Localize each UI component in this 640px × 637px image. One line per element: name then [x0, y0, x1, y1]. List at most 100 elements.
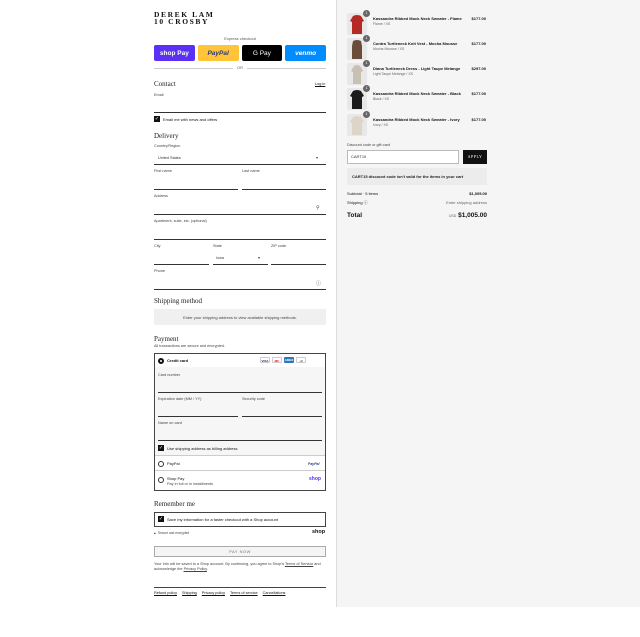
cart-item: 1 Diana Turtleneck Dress - Light Taupe M… — [347, 60, 487, 85]
item-variant: Light Taupe Melange / XS — [373, 72, 414, 76]
item-price: $177.00 — [471, 41, 486, 46]
cart-item: 1 Kassandra Ribbed Mock Neck Sweater - B… — [347, 85, 487, 110]
item-price: $177.00 — [471, 117, 486, 122]
payment-divider — [155, 470, 325, 471]
paypal-button[interactable]: PayPal — [197, 45, 239, 61]
item-name: Kassandra Ribbed Mock Neck Sweater - Ivo… — [373, 117, 460, 122]
apartment-label: Apartment, suite, etc. (optional) — [154, 219, 207, 223]
footer-link-privacy[interactable]: Privacy policy — [202, 591, 225, 595]
billing-label: Use shipping address as billing address — [167, 446, 238, 451]
city-field[interactable] — [154, 264, 209, 265]
lock-icon: 🔒︎ — [154, 531, 156, 535]
item-variant: Ivory / XS — [373, 123, 389, 127]
currency-label: USD — [448, 214, 457, 218]
item-name: Kassandra Ribbed Mock Neck Sweater - Bla… — [373, 91, 461, 96]
card-number-label: Card number — [158, 373, 181, 377]
footer-divider — [154, 587, 326, 588]
phone-field[interactable] — [154, 289, 326, 290]
paypal-label: PayPal — [167, 461, 180, 466]
venmo-button[interactable]: venmo — [285, 45, 326, 61]
name-on-card-field[interactable] — [158, 440, 322, 441]
brand-line-2: 10 CROSBY — [154, 17, 210, 26]
express-checkout-buttons: shop Pay PayPal G Pay venmo — [154, 45, 326, 61]
chevron-down-icon: ▾ — [258, 256, 260, 260]
item-price: $177.00 — [471, 16, 486, 21]
total-label: Total — [347, 212, 363, 219]
billing-checkbox[interactable]: ✓ — [158, 445, 164, 451]
help-icon[interactable]: ⓘ — [316, 280, 321, 287]
zip-field[interactable] — [271, 264, 326, 265]
save-info-checkbox[interactable]: ✓ — [158, 516, 164, 522]
quantity-badge: 1 — [363, 85, 370, 92]
payment-subtitle: All transactions are secure and encrypte… — [154, 344, 225, 348]
shoppay-radio[interactable] — [158, 477, 164, 483]
shipping-label: Shipping — [347, 200, 363, 205]
checkout-form-panel: DEREK LAM 10 CROSBY Express checkout sho… — [0, 0, 337, 607]
login-link[interactable]: Log in — [315, 82, 325, 86]
credit-card-form — [155, 367, 325, 455]
chevron-down-icon: ▾ — [316, 156, 318, 160]
cart-item: 1 Kassandra Ribbed Mock Neck Sweater - F… — [347, 10, 487, 35]
search-icon: ⚲ — [316, 205, 320, 211]
credit-card-radio[interactable] — [158, 358, 164, 364]
expiration-field[interactable] — [158, 416, 238, 417]
discount-warning: CART15 discount code isn't valid for the… — [347, 168, 487, 185]
country-value: United States — [158, 156, 181, 160]
footer-links: Refund policy Shipping Privacy policy Te… — [154, 591, 285, 595]
address-field[interactable] — [154, 214, 326, 215]
more-cards-icon: +6 — [296, 357, 306, 363]
quantity-badge: 1 — [363, 35, 370, 42]
google-pay-button[interactable]: G Pay — [241, 45, 283, 61]
or-label: OR — [233, 65, 247, 70]
city-label: City — [154, 244, 161, 248]
total-amount: USD $1,005.00 — [449, 212, 487, 219]
subtotal-value: $1,005.00 — [469, 191, 487, 196]
subtotal-row: Subtotal · 5 items $1,005.00 — [347, 191, 487, 196]
item-variant: Mocha Mousse / XS — [373, 47, 405, 51]
footer-link-cancellations[interactable]: Cancellations — [263, 591, 286, 595]
legal-text-part: . — [206, 567, 208, 571]
country-select[interactable] — [154, 164, 326, 165]
news-checkbox[interactable]: ✓ — [154, 116, 160, 122]
secure-label: Secure and encrypted — [158, 531, 190, 535]
news-label: Email me with news and offers — [163, 117, 218, 122]
state-select[interactable] — [213, 264, 268, 265]
first-name-label: First name — [154, 169, 172, 173]
total-value: $1,005.00 — [458, 212, 487, 219]
quantity-badge: 1 — [363, 60, 370, 67]
brand-logo[interactable]: DEREK LAM 10 CROSBY — [154, 11, 214, 26]
remember-heading: Remember me — [154, 500, 196, 508]
terms-link[interactable]: Terms of Service — [285, 562, 313, 566]
apply-button[interactable]: APPLY — [463, 150, 487, 164]
first-name-field[interactable] — [154, 189, 238, 190]
discount-input[interactable]: CART15 — [347, 150, 459, 164]
footer-link-shipping[interactable]: Shipping — [182, 591, 197, 595]
privacy-link[interactable]: Privacy Policy — [184, 567, 207, 571]
item-price: $297.00 — [471, 66, 486, 71]
expiration-label: Expiration date (MM / YY) — [158, 397, 202, 401]
email-field[interactable] — [154, 112, 326, 113]
footer-link-terms[interactable]: Terms of service — [230, 591, 258, 595]
security-code-label: Security code — [242, 397, 266, 401]
state-label: State — [213, 244, 222, 248]
last-name-field[interactable] — [242, 189, 326, 190]
cart-item: 1 Contra Turtleneck Knit Vest - Mocha Mo… — [347, 35, 487, 60]
pay-now-button[interactable]: PAY NOW — [154, 546, 326, 557]
security-code-field[interactable] — [242, 416, 322, 417]
subtotal-label: Subtotal · 5 items — [347, 191, 379, 196]
payment-divider — [155, 455, 325, 456]
shop-pay-button[interactable]: shop Pay — [154, 45, 195, 61]
email-label: Email — [154, 93, 164, 97]
help-icon[interactable]: ⓘ — [364, 200, 368, 205]
shipping-heading: Shipping method — [154, 297, 203, 305]
paypal-radio[interactable] — [158, 461, 164, 467]
apartment-field[interactable] — [154, 239, 326, 240]
express-checkout-label: Express checkout — [224, 36, 256, 41]
footer-link-refund[interactable]: Refund policy — [154, 591, 177, 595]
payment-heading: Payment — [154, 335, 179, 343]
quantity-badge: 1 — [363, 10, 370, 17]
amex-icon: AMEX — [284, 357, 294, 363]
legal-text-part: Your info will be saved to a Shop accoun… — [154, 562, 285, 566]
card-number-field[interactable] — [158, 392, 322, 393]
shop-logo-icon: shop — [312, 529, 326, 535]
